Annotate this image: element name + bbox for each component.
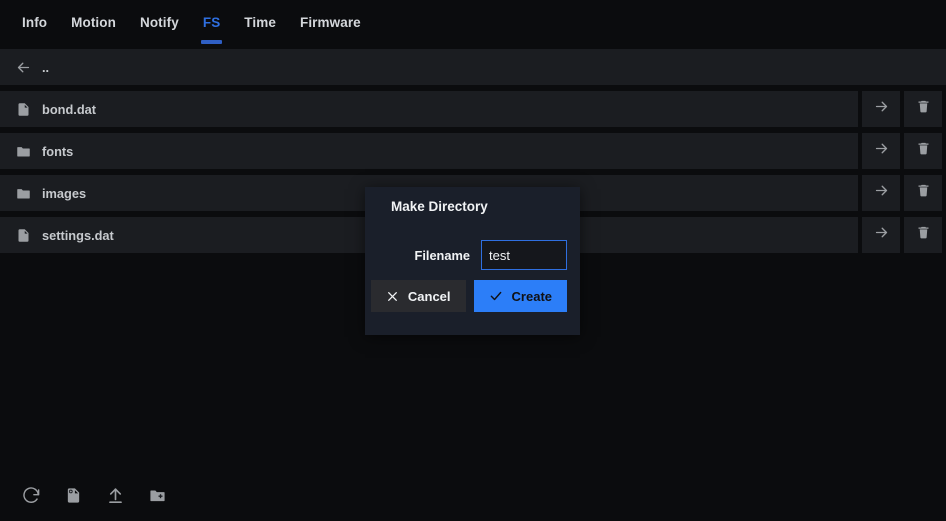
upload-icon bbox=[106, 486, 125, 510]
folder-row-fonts[interactable]: fonts bbox=[0, 133, 858, 169]
active-tab-indicator bbox=[200, 40, 223, 44]
make-directory-dialog: Make Directory Filename Cancel Create bbox=[365, 187, 580, 335]
list-item: .. bbox=[0, 49, 946, 85]
arrow-right-icon bbox=[873, 140, 890, 162]
trash-icon bbox=[916, 182, 931, 204]
check-icon bbox=[489, 289, 503, 303]
file-icon bbox=[14, 226, 32, 244]
file-row-bond-dat[interactable]: bond.dat bbox=[0, 91, 858, 127]
tab-motion[interactable]: Motion bbox=[59, 0, 128, 45]
close-x-icon bbox=[386, 290, 399, 303]
new-folder-icon bbox=[148, 487, 167, 509]
upload-button[interactable] bbox=[94, 477, 136, 519]
folder-icon bbox=[14, 184, 32, 202]
tab-label: FS bbox=[202, 15, 221, 30]
tab-time[interactable]: Time bbox=[232, 0, 288, 45]
new-file-icon bbox=[65, 486, 82, 510]
arrow-right-icon bbox=[873, 224, 890, 246]
row-name: settings.dat bbox=[42, 227, 114, 243]
dialog-title: Make Directory bbox=[391, 199, 488, 214]
delete-button[interactable] bbox=[904, 133, 942, 169]
create-button[interactable]: Create bbox=[473, 280, 567, 312]
tab-info[interactable]: Info bbox=[10, 0, 59, 45]
bottom-toolbar bbox=[0, 475, 946, 521]
new-folder-button[interactable] bbox=[136, 477, 178, 519]
parent-directory-row[interactable]: .. bbox=[0, 49, 946, 85]
new-file-button[interactable] bbox=[52, 477, 94, 519]
tab-fs[interactable]: FS bbox=[191, 0, 232, 45]
file-icon bbox=[14, 100, 32, 118]
filename-input[interactable] bbox=[481, 240, 567, 270]
refresh-icon bbox=[22, 486, 41, 510]
trash-icon bbox=[916, 224, 931, 246]
dialog-button-row: Cancel Create bbox=[370, 280, 567, 312]
open-button[interactable] bbox=[862, 175, 900, 211]
table-row: bond.dat bbox=[0, 91, 946, 127]
open-button[interactable] bbox=[862, 217, 900, 253]
open-button[interactable] bbox=[862, 91, 900, 127]
open-button[interactable] bbox=[862, 133, 900, 169]
folder-icon bbox=[14, 142, 32, 160]
delete-button[interactable] bbox=[904, 217, 942, 253]
trash-icon bbox=[916, 140, 931, 162]
tab-label: Info bbox=[22, 15, 48, 30]
arrow-right-icon bbox=[873, 98, 890, 120]
delete-button[interactable] bbox=[904, 91, 942, 127]
filename-label: Filename bbox=[414, 247, 470, 263]
tab-label: Notify bbox=[139, 15, 179, 30]
tab-firmware[interactable]: Firmware bbox=[288, 0, 373, 45]
filename-form-row: Filename bbox=[378, 240, 567, 270]
row-name: bond.dat bbox=[42, 101, 97, 117]
table-row: fonts bbox=[0, 133, 946, 169]
create-label: Create bbox=[511, 288, 552, 304]
refresh-button[interactable] bbox=[10, 477, 52, 519]
delete-button[interactable] bbox=[904, 175, 942, 211]
row-name: images bbox=[42, 185, 87, 201]
trash-icon bbox=[916, 98, 931, 120]
row-name: fonts bbox=[42, 143, 74, 159]
tab-label: Time bbox=[244, 15, 276, 30]
back-arrow-icon bbox=[14, 58, 32, 76]
cancel-label: Cancel bbox=[407, 288, 451, 304]
cancel-button[interactable]: Cancel bbox=[370, 280, 466, 312]
tab-bar: Info Motion Notify FS Time Firmware bbox=[0, 0, 946, 45]
row-name: .. bbox=[42, 59, 50, 75]
tab-label: Motion bbox=[71, 15, 116, 30]
tab-notify[interactable]: Notify bbox=[128, 0, 191, 45]
arrow-right-icon bbox=[873, 182, 890, 204]
tab-label: Firmware bbox=[299, 15, 361, 30]
